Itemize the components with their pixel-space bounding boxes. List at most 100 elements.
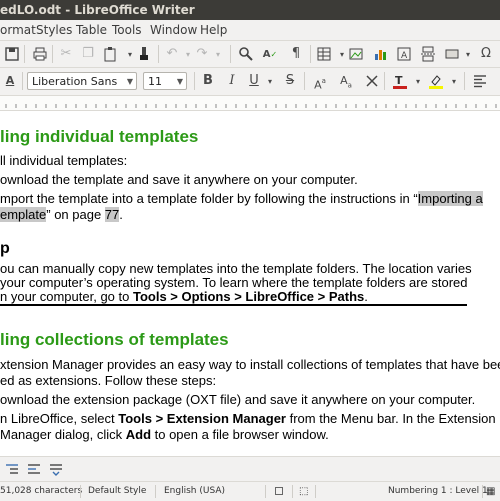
menu-table[interactable]: Table <box>76 20 107 40</box>
font-size-value: 11 <box>148 75 162 88</box>
selection-mode-icon[interactable]: ⬚ <box>299 482 308 501</box>
font-color-dropdown-icon[interactable]: ▾ <box>410 73 426 89</box>
svg-text:A: A <box>401 51 408 61</box>
insert-chart-icon[interactable] <box>372 46 388 62</box>
ruler-ticks <box>5 104 497 108</box>
underline-icon[interactable]: U <box>246 73 262 89</box>
insert-mode-icon[interactable] <box>275 487 283 495</box>
bold-icon[interactable]: B <box>200 73 216 89</box>
tip-text: n your computer, go to <box>0 289 133 304</box>
status-divider <box>80 485 81 498</box>
align-left-icon[interactable] <box>472 73 488 89</box>
highlight-color-icon[interactable] <box>428 73 444 89</box>
status-divider <box>292 485 293 498</box>
toolbar-separator <box>310 45 311 63</box>
language[interactable]: English (USA) <box>164 482 225 501</box>
tip-line-2: your computer’s operating system. To lea… <box>0 275 468 290</box>
clear-formatting-icon[interactable] <box>364 73 380 89</box>
underline-dropdown-icon[interactable]: ▾ <box>262 73 278 89</box>
menu-styles[interactable]: Styles <box>36 20 72 40</box>
promote-list-icon[interactable] <box>26 462 42 478</box>
svg-text:T: T <box>395 74 403 87</box>
menu-tools[interactable]: Tools <box>112 20 142 40</box>
superscript-icon[interactable]: Aa <box>312 73 328 91</box>
field-dropdown-icon[interactable]: ▾ <box>460 46 476 62</box>
insert-table-icon[interactable] <box>316 46 332 62</box>
copy-icon[interactable]: ❐ <box>80 46 96 62</box>
paste-icon[interactable] <box>102 46 118 62</box>
font-name-combo[interactable]: Liberation Sans ▼ <box>27 72 137 90</box>
tip-heading: p <box>0 240 10 257</box>
italic-icon[interactable]: I <box>224 73 240 89</box>
insert-textbox-icon[interactable]: A <box>396 46 412 62</box>
redo-icon[interactable]: ↷ <box>194 46 210 62</box>
menu-help[interactable]: Help <box>200 20 227 40</box>
step-2-text: . <box>119 207 123 222</box>
toolbar-separator <box>52 45 53 63</box>
highlight-color-swatch <box>429 86 443 89</box>
menu-format[interactable]: ormat <box>0 20 36 40</box>
menu-window[interactable]: Window <box>150 20 197 40</box>
toolbar-separator <box>464 72 465 90</box>
special-character-dropdown-icon[interactable]: ▾ <box>494 46 500 62</box>
cross-reference-link[interactable]: Importing a <box>417 191 483 206</box>
step-2-line-1: mport the template into a template folde… <box>0 191 483 206</box>
tip-bottom-rule <box>0 304 467 306</box>
print-icon[interactable] <box>32 46 48 62</box>
extension-text: n LibreOffice, select <box>0 411 119 426</box>
strikethrough-icon[interactable]: S <box>282 73 298 89</box>
formatting-marks-icon[interactable]: ¶ <box>288 46 304 62</box>
step-2-text: ” on page <box>46 207 105 222</box>
menu-path: Tools > Extension Manager <box>118 411 286 426</box>
insert-image-icon[interactable] <box>348 46 364 62</box>
document-view-icon[interactable]: ▦ <box>486 482 495 501</box>
cross-reference-link[interactable]: emplate <box>0 207 47 222</box>
font-name-value: Liberation Sans <box>32 75 118 88</box>
tip-line-1: ou can manually copy new templates into … <box>0 261 472 276</box>
step-1-text: ownload the template and save it anywher… <box>0 172 358 187</box>
spelling-icon[interactable]: A✓ <box>262 46 278 62</box>
toolbar-separator <box>230 45 231 63</box>
insert-page-break-icon[interactable] <box>420 46 436 62</box>
status-divider <box>482 485 483 498</box>
move-item-down-icon[interactable] <box>48 462 64 478</box>
formatting-toolbar: A Liberation Sans ▼ 11 ▼ B I U ▾ S Aa Aa… <box>0 68 500 96</box>
save-icon[interactable] <box>4 46 20 62</box>
status-divider <box>155 485 156 498</box>
cut-icon[interactable]: ✂ <box>58 46 74 62</box>
special-character-icon[interactable]: Ω <box>478 46 494 62</box>
standard-toolbar: ✂ ❐ ▾ ↶ ▾ ↷ ▾ A✓ ¶ ▾ A ▾ Ω ▾ <box>0 41 500 68</box>
menu-path: Tools > Options > LibreOffice > Paths <box>132 289 365 304</box>
subscript-icon[interactable]: Aa <box>338 73 354 90</box>
step-2-line-2: emplate” on page 77. <box>0 207 123 222</box>
status-divider <box>315 485 316 498</box>
step-2-text: mport the template into a template folde… <box>0 191 418 206</box>
menu-bar: ormat Styles Table Tools Window Help <box>0 20 500 41</box>
list-level: Numbering 1 : Level 1 <box>388 486 488 496</box>
status-bar: 51,028 characters Default Style English … <box>0 481 500 501</box>
toolbar-separator <box>304 72 305 90</box>
redo-dropdown-icon[interactable]: ▾ <box>210 46 226 62</box>
tip-line-3: n your computer, go to Tools > Options >… <box>0 289 368 304</box>
extension-step-2-line-1: n LibreOffice, select Tools > Extension … <box>0 411 496 426</box>
insert-field-icon[interactable] <box>444 46 460 62</box>
demote-list-icon[interactable] <box>4 462 20 478</box>
bullets-numbering-toolbar <box>0 456 500 481</box>
toolbar-separator <box>384 72 385 90</box>
page-style[interactable]: Default Style <box>88 482 146 501</box>
horizontal-ruler[interactable] <box>0 96 500 111</box>
extension-text: Manager dialog, click <box>0 427 126 442</box>
extension-text: to open a file browser window. <box>151 427 329 442</box>
document-page[interactable]: ling individual templates ll individual … <box>0 111 500 456</box>
undo-icon[interactable]: ↶ <box>164 46 180 62</box>
status-divider <box>265 485 266 498</box>
clone-formatting-icon[interactable] <box>136 46 152 62</box>
page-reference-field[interactable]: 77 <box>104 207 120 222</box>
highlight-dropdown-icon[interactable]: ▾ <box>446 73 462 89</box>
extension-text: from the Menu bar. In the Extension <box>285 411 496 426</box>
font-color-icon[interactable]: T <box>392 73 408 89</box>
styles-icon[interactable]: A <box>2 73 18 89</box>
heading-collections-of-templates: ling collections of templates <box>0 330 229 349</box>
find-replace-icon[interactable] <box>238 46 254 62</box>
font-size-combo[interactable]: 11 ▼ <box>143 72 187 90</box>
